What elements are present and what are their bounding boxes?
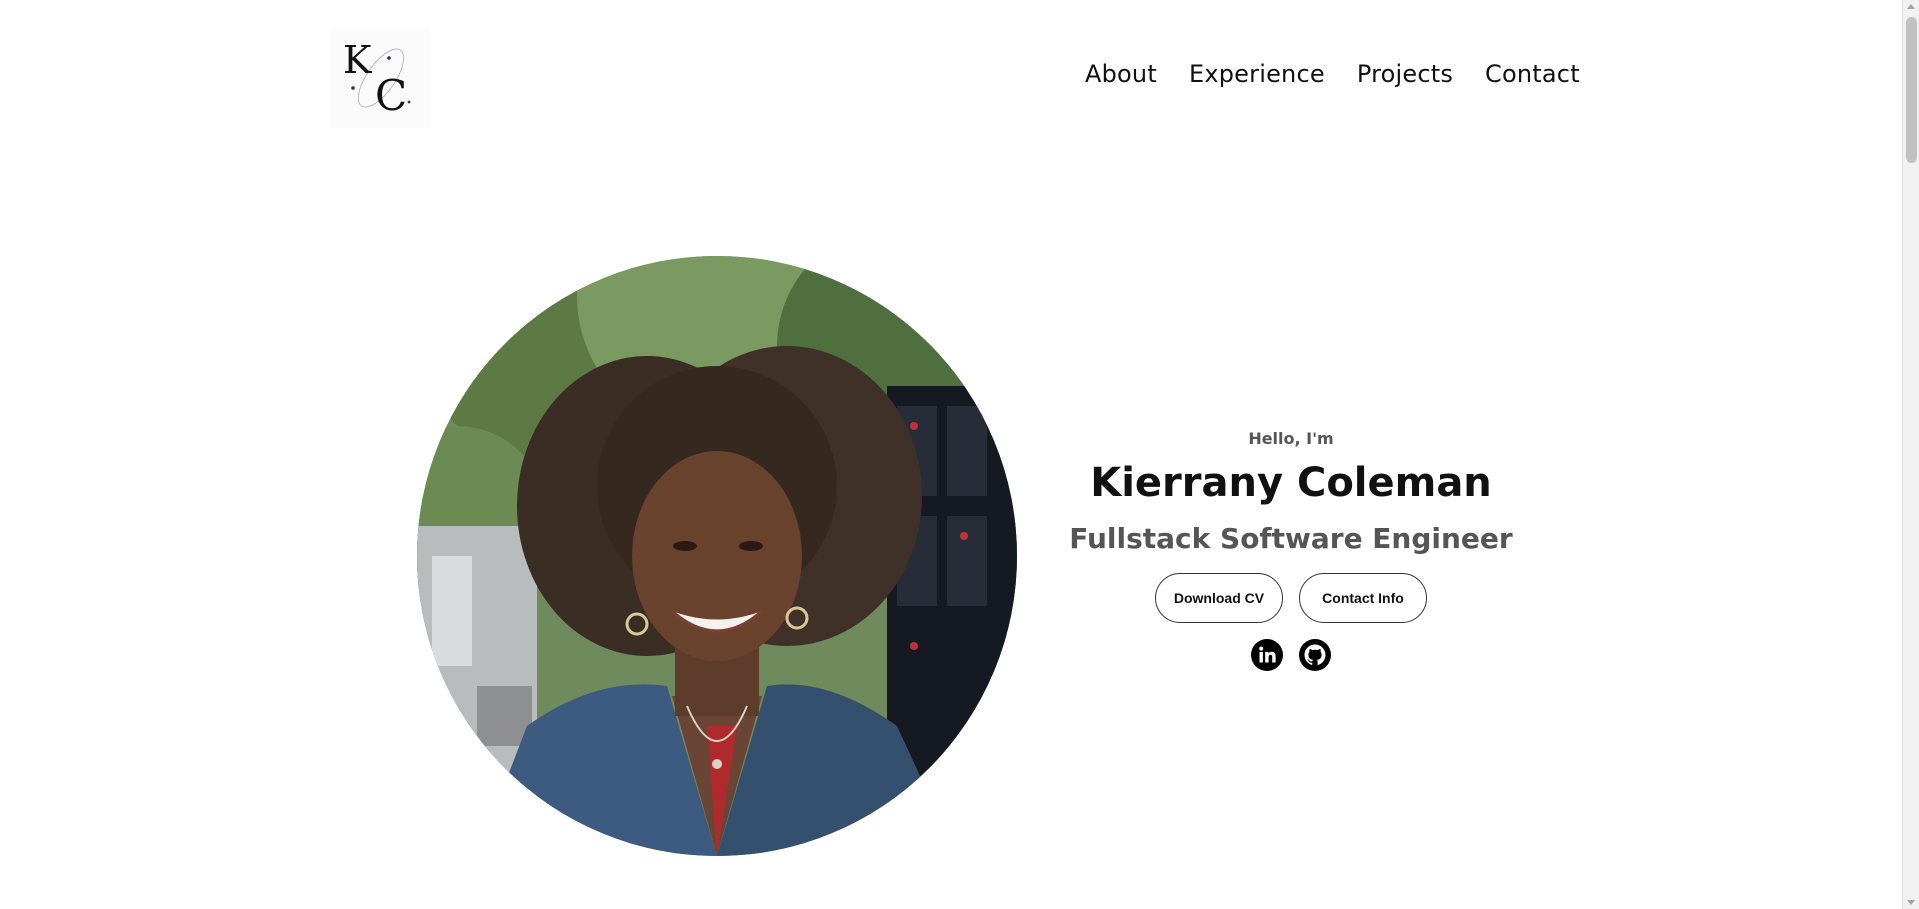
hero-intro: Hello, I'm Kierrany Coleman Fullstack So… bbox=[1063, 429, 1519, 671]
scroll-thumb[interactable] bbox=[1906, 17, 1917, 163]
site-logo[interactable]: K C bbox=[331, 28, 431, 128]
kc-monogram-icon: K C bbox=[343, 38, 411, 120]
main-nav: About Experience Projects Contact bbox=[1085, 60, 1580, 88]
page-scrollbar[interactable] bbox=[1902, 0, 1919, 909]
contact-info-button[interactable]: Contact Info bbox=[1299, 573, 1427, 623]
greeting: Hello, I'm bbox=[1248, 429, 1334, 448]
download-cv-button[interactable]: Download CV bbox=[1155, 573, 1283, 623]
svg-text:C: C bbox=[375, 71, 407, 120]
github-icon[interactable] bbox=[1299, 639, 1331, 671]
svg-text:K: K bbox=[343, 38, 372, 82]
nav-about[interactable]: About bbox=[1085, 60, 1157, 88]
nav-contact[interactable]: Contact bbox=[1485, 60, 1580, 88]
scroll-down-arrow-icon[interactable] bbox=[1907, 900, 1915, 905]
hero-role: Fullstack Software Engineer bbox=[1069, 522, 1513, 555]
social-links bbox=[1063, 639, 1519, 671]
hero-name: Kierrany Coleman bbox=[1090, 460, 1492, 506]
hero-buttons: Download CV Contact Info bbox=[1063, 573, 1519, 623]
scroll-up-arrow-icon[interactable] bbox=[1907, 4, 1915, 9]
profile-photo-illustration bbox=[417, 256, 1017, 856]
nav-experience[interactable]: Experience bbox=[1189, 60, 1325, 88]
nav-projects[interactable]: Projects bbox=[1357, 60, 1453, 88]
page: K C About Experience Projects Contact He… bbox=[0, 0, 1919, 909]
profile-photo bbox=[417, 256, 1017, 856]
linkedin-icon[interactable] bbox=[1251, 639, 1283, 671]
